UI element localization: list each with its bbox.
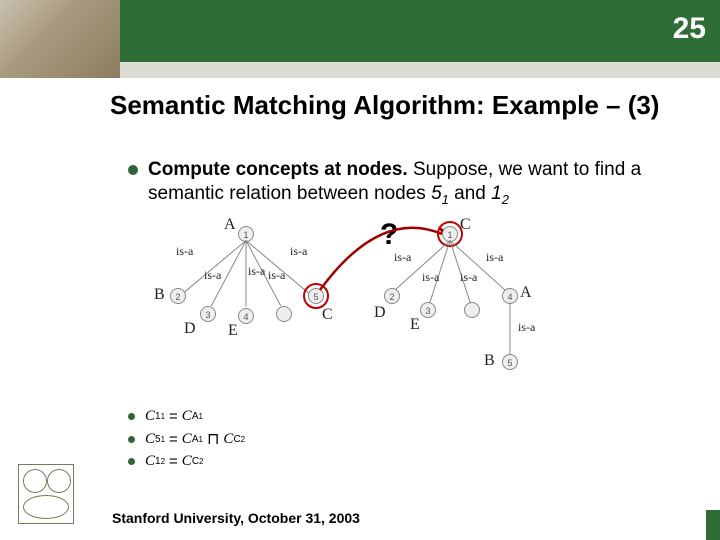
- formula-1: C11 = CA1: [128, 408, 245, 425]
- node-2-right: 2: [384, 288, 400, 304]
- slide-header: 25: [0, 0, 720, 78]
- edge-isa-l4: is-a: [268, 268, 285, 283]
- node-3-right: 3: [420, 302, 436, 318]
- label-C-left: C: [322, 306, 333, 324]
- node-dummy-left: [276, 306, 292, 322]
- bullet-dot-icon: [128, 458, 135, 465]
- node-4-left: 4: [238, 308, 254, 324]
- formula-2: C51 = CA1 ⊓ CC2: [128, 429, 245, 449]
- label-E-left: E: [228, 322, 238, 340]
- header-stripe: 25: [120, 0, 720, 62]
- bullet-lead: Compute concepts at nodes.: [148, 159, 413, 180]
- bullet-mid: and: [449, 183, 491, 204]
- node-ref-1: 1: [491, 183, 502, 204]
- edge-isa-l2: is-a: [204, 268, 221, 283]
- node-3-left: 3: [200, 306, 216, 322]
- label-B-right: B: [484, 352, 495, 370]
- bullet-text: Compute concepts at nodes. Suppose, we w…: [148, 158, 690, 208]
- node-5-right: 5: [502, 354, 518, 370]
- institution-logo: [18, 464, 74, 524]
- edge-isa-l5: is-a: [290, 244, 307, 259]
- header-substripe: [120, 62, 720, 78]
- node-extra-right: [464, 302, 480, 318]
- bullet-dot-icon: [128, 413, 135, 420]
- edge-isa-r1: is-a: [394, 250, 411, 265]
- edge-isa-r5: is-a: [518, 320, 535, 335]
- bullet-dot-icon: [128, 165, 138, 175]
- slide-title: Semantic Matching Algorithm: Example – (…: [110, 90, 659, 121]
- edge-isa-r2: is-a: [422, 270, 439, 285]
- footer-accent: [706, 510, 720, 540]
- label-A-left: A: [224, 216, 236, 234]
- formula-list: C11 = CA1 C51 = CA1 ⊓ CC2 C12 = CC2: [128, 408, 245, 474]
- edge-isa-l3: is-a: [248, 264, 265, 279]
- edge-isa-r4: is-a: [486, 250, 503, 265]
- node-2-left: 2: [170, 288, 186, 304]
- label-B-left: B: [154, 286, 165, 304]
- label-E-right: E: [410, 316, 420, 334]
- label-A-right: A: [520, 284, 532, 302]
- tree-diagram: A 1 is-a is-a is-a is-a is-a B 2 3 D 4 E…: [150, 220, 610, 390]
- bullet-dot-icon: [128, 436, 135, 443]
- node-ref-5-sub: 1: [442, 192, 449, 207]
- label-D-right: D: [374, 304, 386, 322]
- edge-isa-r3: is-a: [460, 270, 477, 285]
- header-thumbnail: [0, 0, 120, 78]
- intersection-icon: ⊓: [207, 429, 219, 449]
- bullet-main: Compute concepts at nodes. Suppose, we w…: [128, 158, 690, 208]
- edge-isa-l1: is-a: [176, 244, 193, 259]
- formula-3: C12 = CC2: [128, 453, 245, 470]
- label-C-right: C: [460, 216, 471, 234]
- label-D-left: D: [184, 320, 196, 338]
- node-ref-5: 5: [431, 183, 442, 204]
- footer-text: Stanford University, October 31, 2003: [112, 510, 360, 526]
- node-ref-1-sub: 2: [502, 192, 509, 207]
- page-number: 25: [673, 12, 706, 46]
